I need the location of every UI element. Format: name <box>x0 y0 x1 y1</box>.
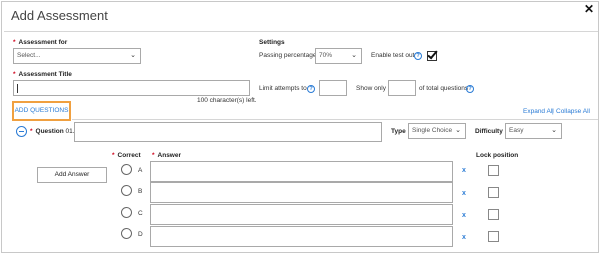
remove-answer-icon[interactable]: x <box>462 190 466 197</box>
show-only-input[interactable] <box>388 80 416 96</box>
type-label: Type <box>391 128 406 135</box>
correct-radio[interactable] <box>121 185 132 196</box>
assessment-for-label: * Assessment for <box>13 39 68 46</box>
link-separator: | <box>552 108 554 115</box>
assessment-for-value: Select... <box>17 52 41 59</box>
section-divider <box>72 119 598 120</box>
assessment-title-input[interactable] <box>13 80 250 96</box>
help-icon[interactable]: ? <box>466 85 474 93</box>
remove-answer-icon[interactable]: x <box>462 212 466 219</box>
type-value: Single Choice <box>412 127 453 134</box>
passing-percentage-label: Passing percentage <box>259 52 317 59</box>
checkmark-icon <box>427 48 438 60</box>
settings-heading: Settings <box>259 39 285 46</box>
help-icon[interactable]: ? <box>307 85 315 93</box>
option-letter: B <box>138 188 143 195</box>
show-only-label: Show only <box>356 85 386 92</box>
question-label: * Question 01. <box>30 128 75 135</box>
passing-percentage-value: 70% <box>319 52 333 59</box>
chevron-down-icon: ⌄ <box>130 52 136 59</box>
passing-percentage-select[interactable]: 70% ⌄ <box>315 48 362 64</box>
add-questions-tab[interactable]: ADD QUESTIONS <box>12 101 71 121</box>
close-icon[interactable]: ✕ <box>584 3 594 15</box>
add-answer-button[interactable]: Add Answer <box>37 167 107 183</box>
answer-input[interactable] <box>150 226 453 247</box>
add-assessment-dialog: Add Assessment ✕ * Assessment for Select.… <box>1 1 599 253</box>
lock-position-checkbox[interactable] <box>488 209 499 220</box>
dialog-title: Add Assessment <box>11 8 108 23</box>
answer-input[interactable] <box>150 182 453 203</box>
enable-test-out-label: Enable test out <box>371 52 415 59</box>
help-icon[interactable]: ? <box>414 52 422 60</box>
question-input[interactable] <box>74 122 382 142</box>
option-letter: D <box>138 231 143 238</box>
collapse-question-icon[interactable] <box>16 126 27 137</box>
enable-test-out-checkbox[interactable] <box>427 48 438 61</box>
option-letter: A <box>138 167 143 174</box>
char-count: 100 character(s) left. <box>197 97 257 104</box>
difficulty-label: Difficulty <box>475 128 503 135</box>
type-select[interactable]: Single Choice ⌄ <box>408 123 466 139</box>
expand-all-link[interactable]: Expand All <box>523 108 554 115</box>
option-letter: C <box>138 210 143 217</box>
limit-attempts-label: Limit attempts to <box>259 85 307 92</box>
answer-input[interactable] <box>150 161 453 182</box>
title-divider <box>4 31 598 32</box>
lock-position-header: Lock position <box>476 152 519 159</box>
limit-attempts-input[interactable] <box>319 80 347 96</box>
assessment-title-label: * Assessment Title <box>13 71 72 78</box>
lock-position-checkbox[interactable] <box>488 231 499 242</box>
correct-radio[interactable] <box>121 228 132 239</box>
collapse-all-link[interactable]: Collapse All <box>556 108 590 115</box>
correct-header: * Correct <box>112 152 141 159</box>
text-cursor <box>17 84 18 93</box>
lock-position-checkbox[interactable] <box>488 165 499 176</box>
correct-radio[interactable] <box>121 207 132 218</box>
lock-position-checkbox[interactable] <box>488 187 499 198</box>
chevron-down-icon: ⌄ <box>351 52 357 59</box>
chevron-down-icon: ⌄ <box>455 127 461 134</box>
answer-input[interactable] <box>150 204 453 225</box>
difficulty-value: Easy <box>509 127 524 134</box>
difficulty-select[interactable]: Easy ⌄ <box>505 123 562 139</box>
answer-header: * Answer <box>152 152 182 159</box>
remove-answer-icon[interactable]: x <box>462 234 466 241</box>
correct-radio[interactable] <box>121 164 132 175</box>
remove-answer-icon[interactable]: x <box>462 167 466 174</box>
assessment-for-select[interactable]: Select... ⌄ <box>13 48 141 64</box>
of-total-questions-label: of total questions <box>419 85 469 92</box>
chevron-down-icon: ⌄ <box>551 127 557 134</box>
